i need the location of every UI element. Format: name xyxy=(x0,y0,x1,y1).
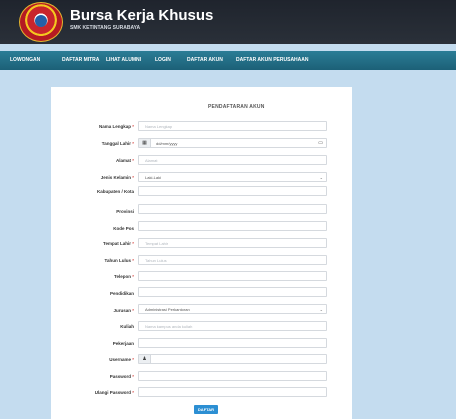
label-tahun-lulus: Tahun Lulus * xyxy=(104,258,134,263)
label-kuliah: Kuliah xyxy=(120,324,134,329)
label-jenis-kelamin: Jenis Kelamin * xyxy=(100,175,134,180)
nav-lowongan[interactable]: LOWONGAN xyxy=(10,57,40,63)
pekerjaan-input[interactable] xyxy=(138,338,327,348)
nama-lengkap-input[interactable]: Nama Lengkap xyxy=(138,121,327,131)
kabupaten-kota-input[interactable] xyxy=(138,186,327,196)
calendar-icon[interactable]: ▭ xyxy=(318,140,323,146)
school-logo xyxy=(19,2,63,42)
label-nama-lengkap: Nama Lengkap * xyxy=(98,124,134,129)
provinsi-input[interactable] xyxy=(138,204,327,214)
tahun-lulus-input[interactable]: Tahun Lulus xyxy=(138,255,327,265)
label-password: Password * xyxy=(109,374,134,379)
jurusan-select[interactable]: Administrasi Perkantoran ⌄ xyxy=(138,304,327,314)
user-icon: ♟ xyxy=(139,355,151,363)
label-username: Username * xyxy=(109,357,134,362)
nav-daftar-mitra[interactable]: DAFTAR MITRA xyxy=(62,57,99,63)
pendidikan-input[interactable] xyxy=(138,287,327,297)
main-navbar: LOWONGAN DAFTAR MITRA LIHAT ALUMNI LOGIN… xyxy=(0,51,456,70)
label-jurusan: Jurusan * xyxy=(113,308,134,313)
daftar-button[interactable]: DAFTAR xyxy=(194,405,218,414)
label-provinsi: Provinsi xyxy=(116,209,134,214)
username-input[interactable]: ♟ xyxy=(138,354,327,364)
label-pendidikan: Pendidikan xyxy=(109,291,134,296)
label-telepon: Telepon * xyxy=(114,274,134,279)
site-subtitle: SMK KETINTANG SURABAYA xyxy=(70,25,141,31)
nav-lihat-alumni[interactable]: LIHAT ALUMNI xyxy=(106,57,141,63)
tempat-lahir-input[interactable]: Tempat Lahir xyxy=(138,238,327,248)
label-tanggal-lahir: Tanggal Lahir * xyxy=(101,141,134,146)
label-kode-pos: Kode Pos xyxy=(113,226,134,231)
nav-login[interactable]: LOGIN xyxy=(155,57,171,63)
site-title: Bursa Kerja Khusus xyxy=(70,7,214,24)
kuliah-input[interactable]: Nama kampus anda kuliah xyxy=(138,321,327,331)
site-header: Bursa Kerja Khusus SMK KETINTANG SURABAY… xyxy=(0,0,456,44)
registration-card xyxy=(51,87,352,419)
calendar-addon-icon: ▦ xyxy=(139,139,151,147)
kode-pos-input[interactable] xyxy=(138,221,327,231)
label-tempat-lahir: Tempat Lahir * xyxy=(103,241,134,246)
label-alamat: Alamat * xyxy=(115,158,134,163)
label-ulangi-password: Ulangi Password * xyxy=(94,390,134,395)
label-kabupaten-kota: Kabupaten / Kota xyxy=(96,189,134,194)
nav-daftar-akun[interactable]: DAFTAR AKUN xyxy=(187,57,223,63)
nav-daftar-akun-perusahaan[interactable]: DAFTAR AKUN PERUSAHAAN xyxy=(236,57,309,63)
tanggal-lahir-input[interactable]: ▦ dd/mm/yyyy ▭ xyxy=(138,138,327,148)
chevron-down-icon: ⌄ xyxy=(319,307,323,312)
jenis-kelamin-select[interactable]: Laki-Laki ⌄ xyxy=(138,172,327,182)
alamat-input[interactable]: Alamat xyxy=(138,155,327,165)
label-pekerjaan: Pekerjaan xyxy=(112,341,134,346)
password-input[interactable] xyxy=(138,371,327,381)
form-title: PENDAFTARAN AKUN xyxy=(208,104,265,110)
ulangi-password-input[interactable] xyxy=(138,387,327,397)
telepon-input[interactable] xyxy=(138,271,327,281)
chevron-down-icon: ⌄ xyxy=(319,175,323,180)
